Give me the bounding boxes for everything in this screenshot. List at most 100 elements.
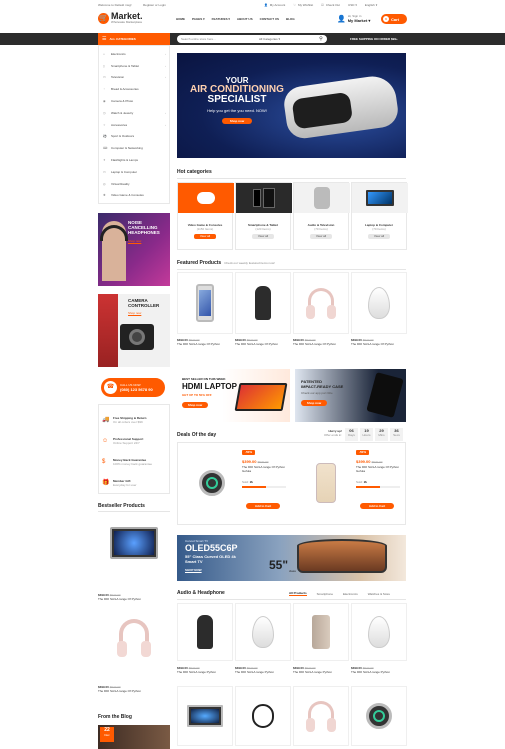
audio-product-card[interactable]	[235, 686, 291, 746]
my-account-link[interactable]: 👤 My Account	[264, 3, 285, 7]
sidebar-category-item[interactable]: ◷ Watch & Jewelry ›	[103, 107, 169, 119]
product-name[interactable]: The DDI SA/LA range Of Python	[177, 342, 233, 346]
view-all-button[interactable]: View all	[194, 234, 216, 239]
chevron-down-icon: ▾	[375, 3, 378, 7]
all-categories-button[interactable]: ☰ ALL CATEGORIES	[98, 33, 170, 45]
nav-home[interactable]: HOME	[176, 17, 185, 21]
chevron-right-icon: ›	[165, 75, 166, 80]
featured-product-card[interactable]: $399.00 $520.00 The DDI SA/LA range Of Py…	[177, 272, 233, 346]
product-name[interactable]: The DDI SA/LA range Python	[235, 670, 291, 674]
view-all-button[interactable]: View all	[368, 234, 390, 239]
sidebar-category-item[interactable]: ▭ Laptop & Computer	[103, 166, 169, 178]
deal-card[interactable]: -50% $399.00 $520.00 The DDI SA/LA range O…	[296, 447, 404, 523]
product-name[interactable]: The DDI SA/LA range Of Python	[293, 342, 349, 346]
product-name[interactable]: The DDI SA/LA range Python	[293, 670, 349, 674]
deals-title: Deals Of the day	[177, 432, 217, 438]
category-select[interactable]: All Categories ▾	[259, 37, 315, 41]
nav-blog[interactable]: BLOG	[286, 17, 295, 21]
add-to-cart-button[interactable]: Add to Cart	[360, 503, 394, 509]
audio-product-card[interactable]	[177, 686, 233, 746]
sidebar-category-item[interactable]: ◉ Camera & Photo	[103, 95, 169, 107]
sidebar-category-item[interactable]: ✧ Accessories ›	[103, 119, 169, 131]
nav-features[interactable]: FEATURES ▾	[212, 17, 230, 21]
headphones-banner[interactable]: NOISE CANCELLING HEADPHONES Shop now	[98, 213, 170, 286]
audio-tab[interactable]: Watches & Store	[368, 592, 390, 596]
hero-banner[interactable]: YOUR AIR CONDITIONING SPECIALIST Help yo…	[177, 53, 406, 158]
sidebar-category-item[interactable]: ✚ Video Game & Consoles	[103, 190, 169, 202]
product-name[interactable]: The DDI SA/LA range Of Python	[98, 689, 170, 693]
cart-logo-icon: 🛒	[98, 12, 109, 24]
audio-product-card[interactable]	[293, 686, 349, 746]
category-label: Flashlights & Lamps	[111, 158, 139, 163]
sidebar-category-item[interactable]: ⌂ Electronics ›	[103, 48, 169, 60]
logo[interactable]: 🛒 Market. Wholesale Marketplace	[98, 12, 143, 24]
audio-tab[interactable]: Electronics	[343, 592, 358, 596]
promo-laptop-banner[interactable]: BEST SELLER ON THIS WEEK HDMI LAPTOP GET…	[177, 369, 290, 422]
product-name[interactable]: The DDI SA/LA range Of Python Gofuta	[242, 465, 286, 473]
hot-category-card[interactable]: Audio & Television (70 Items) View all	[293, 182, 350, 250]
user-menu[interactable]: 👤 Hi, Sign in My Market ▾	[337, 14, 370, 23]
audio-product-card[interactable]: $399.00 $520.00 The DDI SA/LA range Pytho…	[177, 603, 233, 674]
blog-image[interactable]: 22 Dec	[98, 725, 170, 749]
hot-category-card[interactable]: Video Game & Consoles (1150 Items) View al…	[177, 182, 234, 250]
search-input[interactable]: Search entire store here...	[181, 37, 259, 41]
view-all-button[interactable]: View all	[310, 234, 332, 239]
hotline-box[interactable]: ☎ CALL US NOW (080) 123 5678 90	[101, 378, 165, 397]
add-to-cart-button[interactable]: Add to Cart	[246, 503, 280, 509]
sidebar-category-item[interactable]: ◔ Bread & Accessories	[103, 83, 169, 95]
cart-button[interactable]: 0 Cart	[381, 14, 407, 24]
sidebar-category-item[interactable]: ▯ Smartphone & Tablet ›	[103, 60, 169, 72]
product-name[interactable]: The DDI SA/LA range Of Python	[351, 342, 407, 346]
sidebar-category-item[interactable]: ✦ Flashlights & Lamps	[103, 154, 169, 166]
search-icon[interactable]: ⚲	[315, 35, 327, 43]
menu-icon: ☰	[102, 36, 107, 42]
sidebar-category-item[interactable]: ⚽ Sport & Outdoors	[103, 131, 169, 143]
nav-pages[interactable]: PAGES ▾	[192, 17, 205, 21]
category-icon: ▭	[103, 75, 106, 80]
my-wishlist-link[interactable]: ♡ My Wishlist	[293, 3, 313, 7]
audio-product-card[interactable]: $399.00 $520.00 The DDI SA/LA range Pytho…	[293, 603, 349, 674]
hot-category-card[interactable]: Laptop & Computer (70 Items) View all	[351, 182, 408, 250]
laptop-image	[234, 383, 288, 411]
tv-shop-button[interactable]: SHOP NOW	[185, 568, 202, 572]
product-name[interactable]: The DDI SA/LA range Of Python	[98, 597, 170, 601]
hot-category-card[interactable]: Smartphone & Tablet (120 Items) View all	[235, 182, 292, 250]
view-all-button[interactable]: View all	[252, 234, 274, 239]
promo1-button[interactable]: Shop now	[182, 402, 208, 408]
bestseller-item[interactable]: $399.00 $520.00 The DDI SA/LA range Of P…	[98, 608, 170, 693]
camera-banner[interactable]: CAMERA CONTROLLER Shop now	[98, 294, 170, 367]
checkout-link[interactable]: ☑ Check Out	[321, 3, 340, 7]
promo2-button[interactable]: Shop now	[301, 400, 327, 406]
product-name[interactable]: The DDI SA/LA range Python	[177, 670, 233, 674]
countdown-unit: 06 Days	[345, 428, 358, 441]
audio-product-card[interactable]: $399.00 $520.00 The DDI SA/LA range Pytho…	[351, 603, 407, 674]
product-name[interactable]: The DDI SA/LA range Of Python	[235, 342, 291, 346]
tv-banner[interactable]: Curved Smart TV OLED55C6P 55" Class Curv…	[177, 535, 406, 581]
camera-shop-link[interactable]: Shop now	[128, 311, 141, 315]
category-label: Video Game & Consoles	[111, 193, 144, 198]
audio-tab[interactable]: All Products	[289, 591, 307, 596]
nav-about[interactable]: ABOUT US	[237, 17, 253, 21]
register-link[interactable]: Register or Login	[143, 3, 166, 7]
hero-shop-button[interactable]: Shop now	[222, 118, 252, 124]
product-name[interactable]: The DDI SA/LA range Python	[351, 670, 407, 674]
audio-product-card[interactable]: $399.00 $520.00 The DDI SA/LA range Pytho…	[235, 603, 291, 674]
sidebar-category-item[interactable]: ◎ Virtual Reality	[103, 178, 169, 190]
bestseller-item[interactable]: $399.00 $520.00 The DDI SA/LA range Of P…	[98, 514, 170, 601]
featured-product-card[interactable]: $399.00 $520.00 The DDI SA/LA range Of Py…	[293, 272, 349, 346]
featured-product-card[interactable]: $399.00 $520.00 The DDI SA/LA range Of Py…	[351, 272, 407, 346]
sidebar-category-item[interactable]: ⌨ Computer & Networking	[103, 142, 169, 154]
bestseller-title: Bestseller Products	[98, 503, 145, 509]
currency-select[interactable]: USD ▾	[348, 3, 357, 7]
sidebar-category-item[interactable]: ▭ Television ›	[103, 72, 169, 84]
category-icon: ⌂	[103, 51, 105, 56]
nav-contact[interactable]: CONTACT US	[260, 17, 279, 21]
featured-product-card[interactable]: $399.00 $520.00 The DDI SA/LA range Of Py…	[235, 272, 291, 346]
headphones-shop-link[interactable]: Shop now	[128, 239, 141, 243]
language-select[interactable]: English ▾	[365, 3, 377, 7]
audio-product-card[interactable]	[351, 686, 407, 746]
audio-tab[interactable]: Smartphone	[317, 592, 333, 596]
promo-case-banner[interactable]: PATENTED IMPACT-READY CASE Check our app…	[295, 369, 406, 422]
deal-card[interactable]: -50% $399.00 $520.00 The DDI SA/LA range O…	[182, 447, 290, 523]
product-name[interactable]: The DDI SA/LA range Of Python Gofuta	[356, 465, 400, 473]
